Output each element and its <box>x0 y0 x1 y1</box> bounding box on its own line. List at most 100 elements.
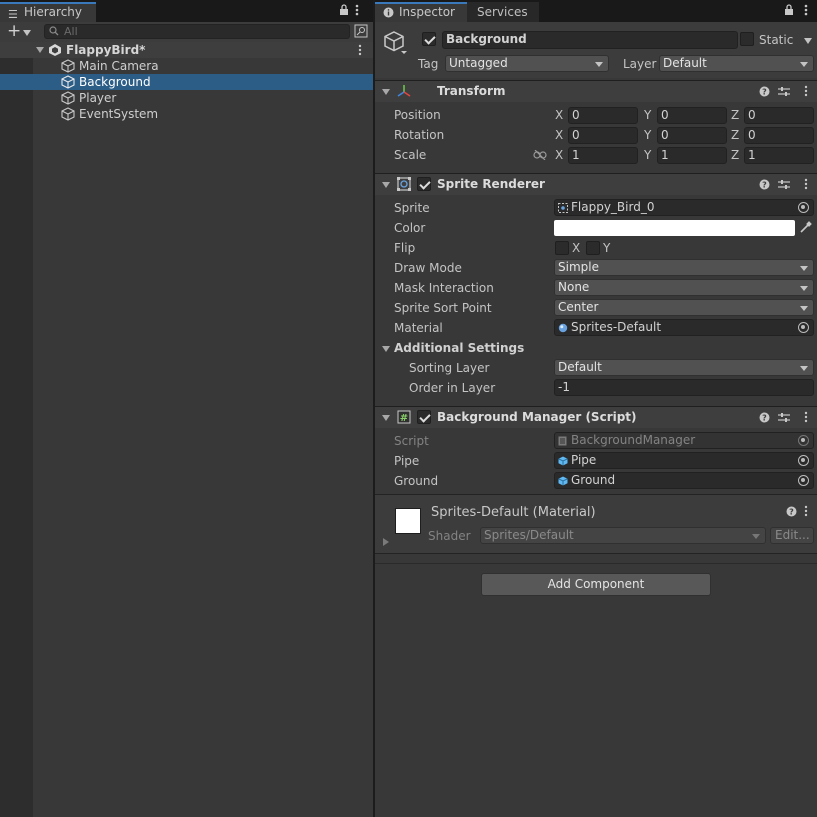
presets-icon[interactable] <box>778 407 790 423</box>
material-menu-icon[interactable] <box>804 505 808 517</box>
material-object-field[interactable]: Sprites-Default <box>554 319 814 336</box>
mask-interaction-dropdown[interactable]: None <box>554 279 814 296</box>
rotation-y-field[interactable]: 0 <box>657 127 727 144</box>
scale-label: Scale <box>394 148 427 162</box>
object-picker-icon[interactable] <box>798 322 809 333</box>
component-menu-icon[interactable] <box>804 407 808 423</box>
hierarchy-item-player[interactable]: Player <box>0 90 373 106</box>
chevron-down-icon <box>800 62 808 67</box>
inspector-bottom-separator <box>375 563 817 564</box>
help-icon[interactable]: ? <box>759 174 770 190</box>
draw-mode-dropdown[interactable]: Simple <box>554 259 814 276</box>
add-component-button[interactable]: Add Component <box>481 573 711 596</box>
hierarchy-item-eventsystem[interactable]: EventSystem <box>0 106 373 122</box>
draw-mode-row: Draw Mode Simple <box>375 258 817 278</box>
flip-y-checkbox[interactable] <box>586 241 600 255</box>
lock-icon[interactable] <box>784 4 794 16</box>
transform-header[interactable]: Transform ? <box>375 80 817 102</box>
hierarchy-search-input[interactable]: All <box>44 24 350 39</box>
position-x-field[interactable]: 0 <box>568 107 638 124</box>
tab-hierarchy[interactable]: ☰ Hierarchy <box>0 2 96 22</box>
help-icon[interactable]: ? <box>786 506 797 517</box>
additional-settings-label: Additional Settings <box>394 341 525 355</box>
foldout-arrow-icon[interactable] <box>382 182 390 188</box>
add-plus-icon[interactable]: + <box>7 23 21 40</box>
inspector-tabbar: Inspector Services <box>375 0 817 22</box>
sprite-renderer-header[interactable]: Sprite Renderer ? <box>375 173 817 195</box>
add-dropdown-arrow-icon[interactable] <box>23 30 31 36</box>
background-manager-header[interactable]: # Background Manager (Script) ? <box>375 406 817 428</box>
scene-menu-icon[interactable] <box>358 44 362 56</box>
kebab-menu-icon[interactable] <box>355 4 359 16</box>
eyedropper-icon[interactable] <box>800 221 812 233</box>
rotation-x-field[interactable]: 0 <box>568 127 638 144</box>
gameobject-large-icon[interactable] <box>383 30 407 54</box>
object-picker-icon[interactable] <box>798 475 809 486</box>
position-label: Position <box>394 108 441 122</box>
flip-x-label: X <box>572 241 581 255</box>
component-menu-icon[interactable] <box>804 174 808 190</box>
scale-y-field[interactable]: 1 <box>657 147 727 164</box>
foldout-arrow-icon[interactable] <box>382 346 390 352</box>
flip-x-checkbox[interactable] <box>555 241 569 255</box>
sorting-layer-dropdown[interactable]: Default <box>554 359 814 376</box>
shader-value: Sprites/Default <box>484 528 574 542</box>
scale-x-field[interactable]: 1 <box>568 147 638 164</box>
presets-icon[interactable] <box>778 81 790 97</box>
scale-z-field[interactable]: 1 <box>744 147 814 164</box>
svg-text:?: ? <box>762 88 767 97</box>
constrain-proportions-icon[interactable] <box>533 150 547 160</box>
sprite-renderer-enabled-checkbox[interactable] <box>417 177 431 191</box>
svg-text:?: ? <box>762 181 767 190</box>
scene-row[interactable]: FlappyBird* <box>0 42 373 58</box>
shader-dropdown[interactable]: Sprites/Default <box>480 527 766 544</box>
help-icon[interactable]: ? <box>759 81 770 97</box>
flip-row: Flip X Y <box>375 238 817 258</box>
foldout-arrow-icon[interactable] <box>382 415 390 421</box>
object-picker-icon[interactable] <box>798 455 809 466</box>
position-z-field[interactable]: 0 <box>744 107 814 124</box>
svg-text:?: ? <box>789 508 794 517</box>
hierarchy-item-background[interactable]: Background <box>0 74 373 90</box>
pipe-value: Pipe <box>571 453 597 467</box>
static-dropdown-arrow-icon[interactable] <box>804 38 812 44</box>
tab-inspector[interactable]: Inspector <box>375 2 467 22</box>
axis-y-label: Y <box>644 148 652 162</box>
position-y-field[interactable]: 0 <box>657 107 727 124</box>
search-by-type-icon[interactable] <box>354 24 368 38</box>
tab-inspector-label: Inspector <box>399 5 455 19</box>
hierarchy-item-main-camera[interactable]: Main Camera <box>0 58 373 74</box>
active-checkbox[interactable] <box>422 32 436 46</box>
tab-services-label: Services <box>477 5 528 19</box>
sprite-object-field[interactable]: Flappy_Bird_0 <box>554 199 814 216</box>
shader-edit-button[interactable]: Edit... <box>770 527 814 544</box>
hierarchy-item-label: Main Camera <box>79 59 159 73</box>
material-preview-thumbnail[interactable] <box>395 508 421 534</box>
order-in-layer-field[interactable]: -1 <box>554 379 814 396</box>
layer-dropdown[interactable]: Default <box>659 55 814 72</box>
object-picker-icon[interactable] <box>798 202 809 213</box>
object-name-input[interactable]: Background <box>442 31 738 49</box>
color-swatch[interactable] <box>554 220 795 236</box>
lock-icon[interactable] <box>339 4 349 16</box>
draw-mode-label: Draw Mode <box>394 261 462 275</box>
rotation-z-field[interactable]: 0 <box>744 127 814 144</box>
tab-services[interactable]: Services <box>467 2 539 22</box>
script-object-field: BackgroundManager <box>554 432 814 449</box>
component-menu-icon[interactable] <box>804 81 808 97</box>
material-foldout-arrow-icon[interactable] <box>383 538 389 546</box>
foldout-arrow-icon[interactable] <box>382 89 390 95</box>
chevron-down-icon <box>800 286 808 291</box>
additional-settings-row[interactable]: Additional Settings <box>375 338 817 358</box>
static-checkbox[interactable] <box>740 32 754 46</box>
help-icon[interactable]: ? <box>759 407 770 423</box>
pipe-object-field[interactable]: Pipe <box>554 452 814 469</box>
presets-icon[interactable] <box>778 174 790 190</box>
ground-object-field[interactable]: Ground <box>554 472 814 489</box>
kebab-menu-icon[interactable] <box>804 4 808 16</box>
tag-dropdown[interactable]: Untagged <box>445 55 609 72</box>
sort-point-dropdown[interactable]: Center <box>554 299 814 316</box>
background-manager-enabled-checkbox[interactable] <box>417 410 431 424</box>
sorting-layer-label: Sorting Layer <box>409 361 490 375</box>
scene-expand-arrow-icon[interactable] <box>36 47 44 53</box>
